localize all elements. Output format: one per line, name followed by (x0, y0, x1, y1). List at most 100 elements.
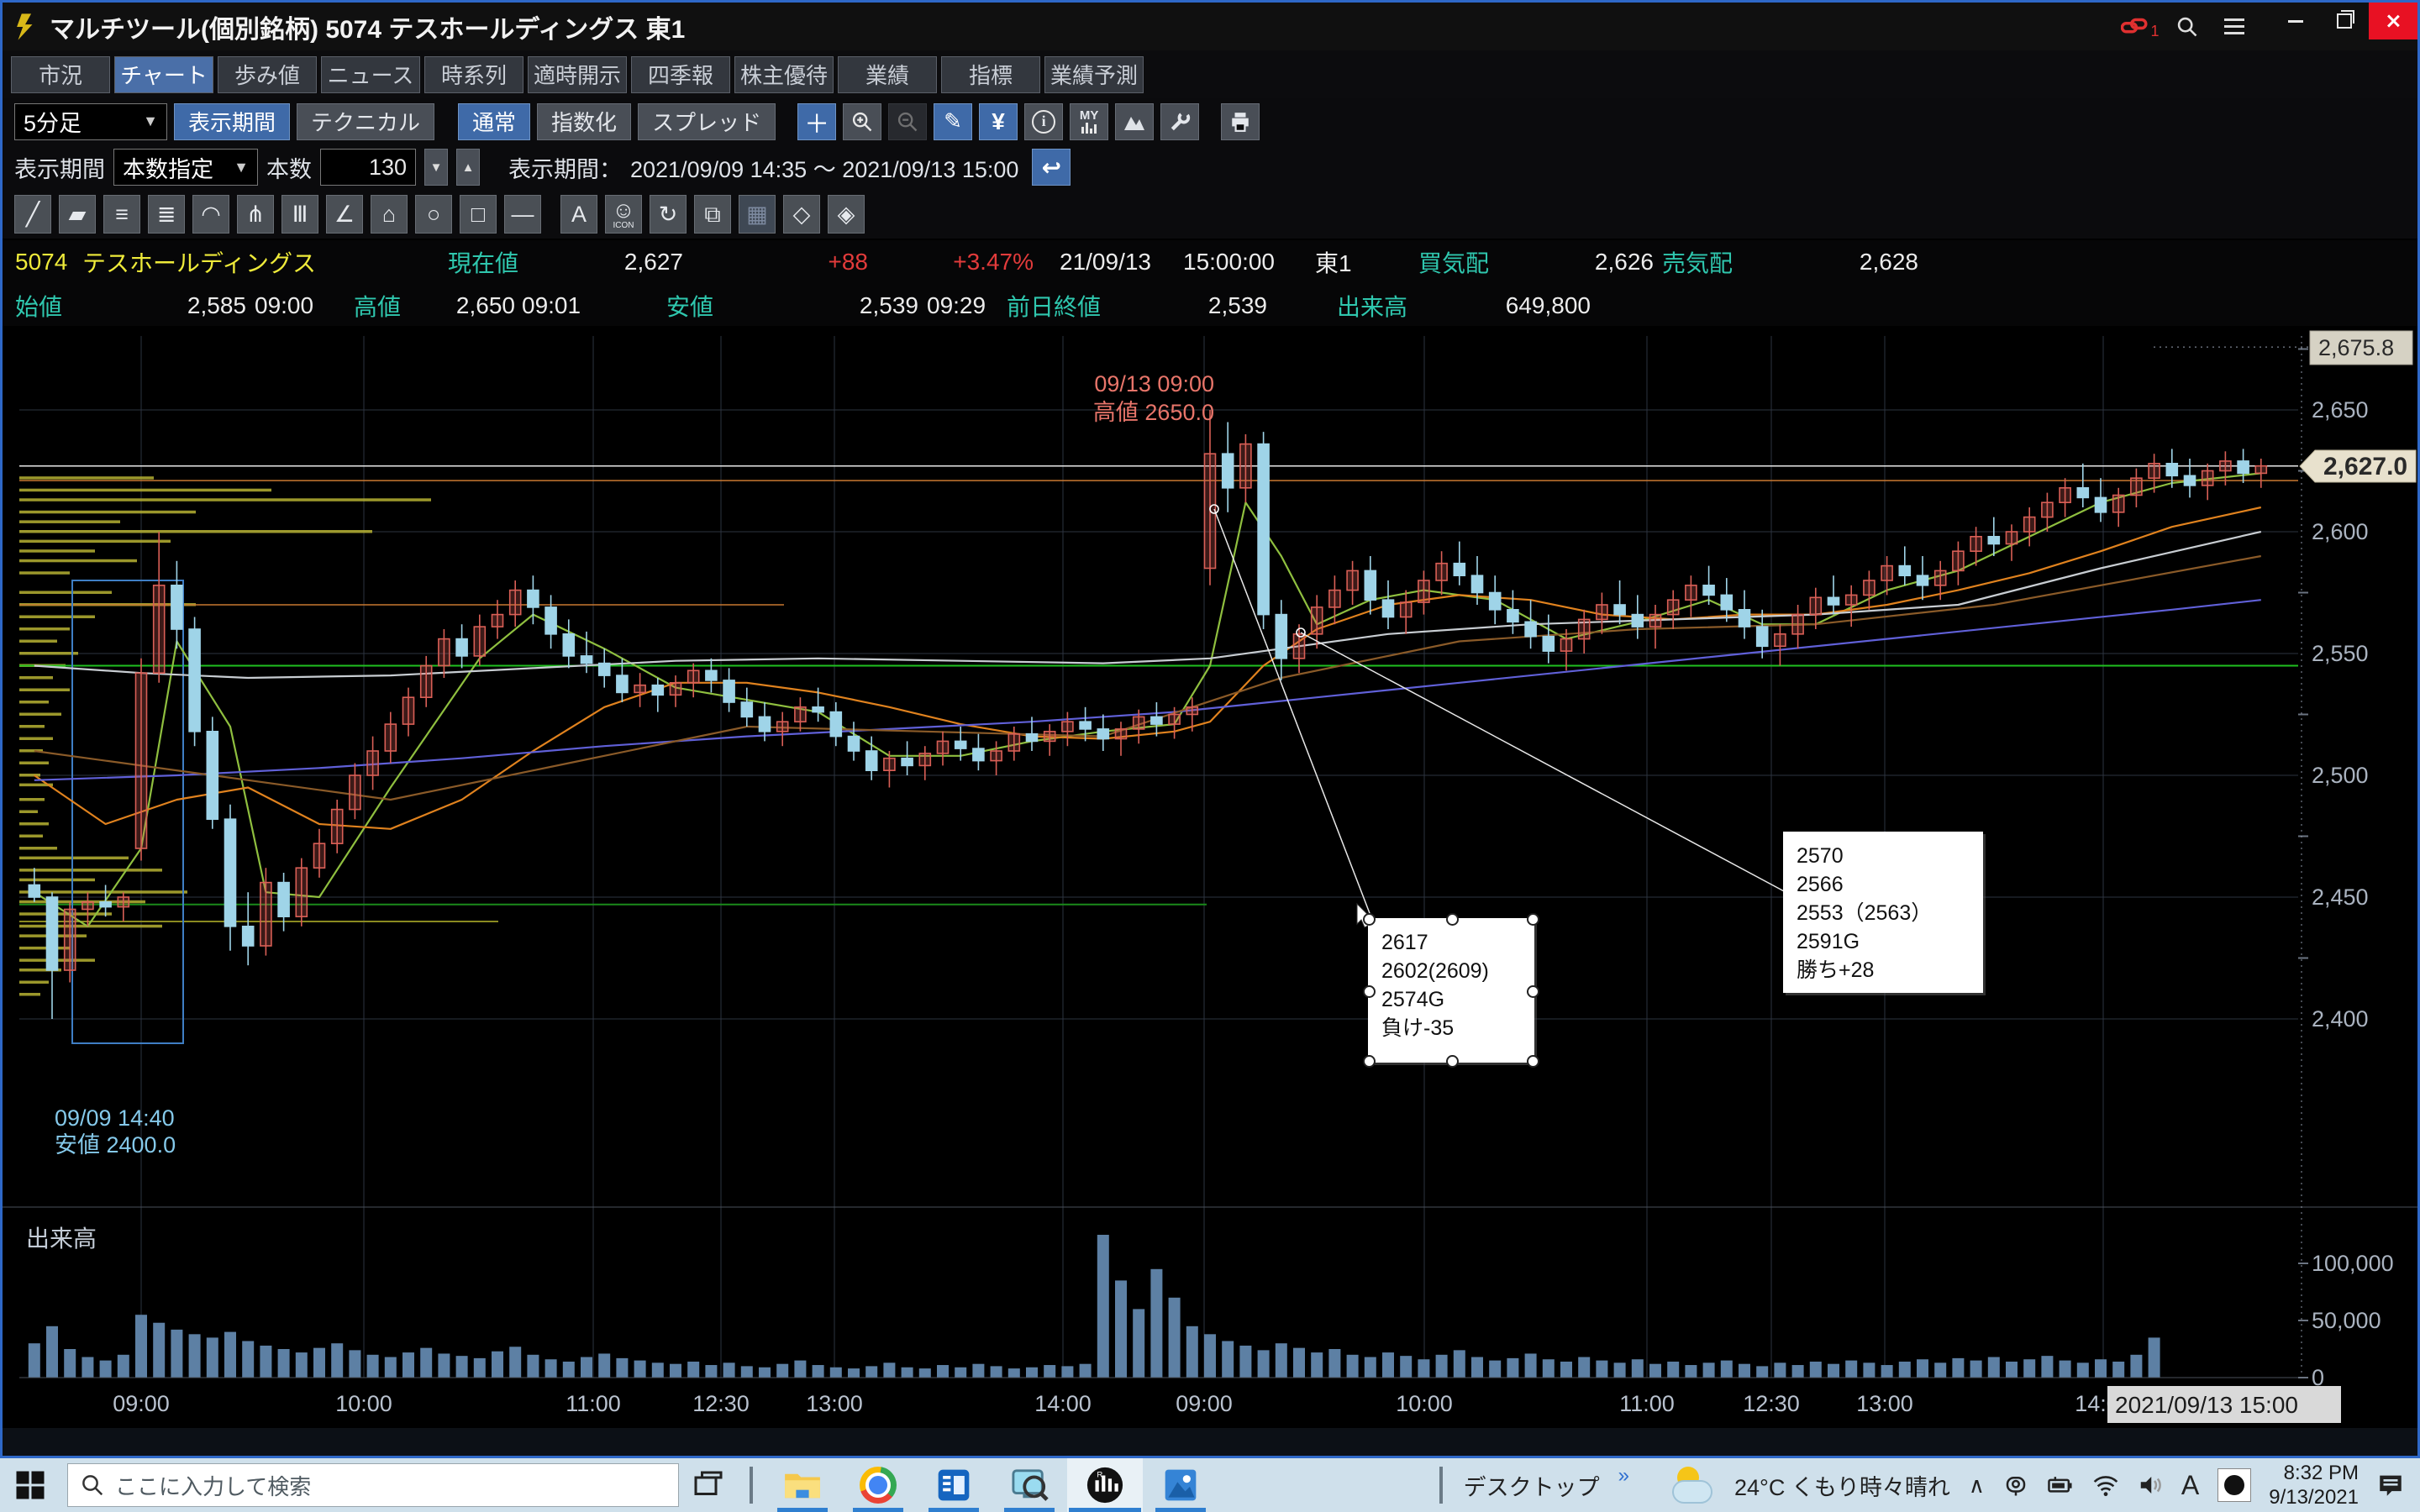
screen-magnifier-app-icon[interactable] (992, 1458, 1067, 1512)
tab-chart[interactable]: チャート (114, 56, 213, 93)
low-price: 2,539 (792, 284, 918, 328)
bar-count-input[interactable]: 130 (320, 149, 416, 186)
menu-icon[interactable] (2211, 3, 2258, 50)
chart-area[interactable]: 2,6502,6002,5502,5002,4502,400100,00050,… (3, 326, 2417, 1428)
selection-handle[interactable] (1446, 913, 1459, 926)
file-explorer-icon[interactable] (765, 1458, 840, 1512)
minimize-button[interactable] (2271, 3, 2320, 39)
crosshair-button[interactable]: ＋ (797, 103, 836, 140)
count-down-button[interactable]: ▼ (424, 149, 448, 186)
ime-mode-icon[interactable] (2217, 1468, 2251, 1502)
weather-text[interactable]: 24°C くもり時々晴れ (1734, 1469, 1950, 1502)
blue-document-app-icon[interactable] (916, 1458, 992, 1512)
pentagon-tool[interactable]: ⌂ (371, 195, 408, 234)
candle-body (634, 685, 645, 693)
selection-handle[interactable] (1527, 1055, 1539, 1068)
display-period-button[interactable]: 表示期間 (174, 103, 290, 140)
angle-tool[interactable]: ∠ (326, 195, 363, 234)
tab-indicators[interactable]: 指標 (941, 56, 1040, 93)
task-view-button[interactable] (679, 1458, 738, 1512)
zoom-in-button[interactable] (843, 103, 881, 140)
photos-app-icon[interactable] (1143, 1458, 1218, 1512)
weather-icon[interactable] (1672, 1467, 1716, 1504)
draw-pencil-button[interactable]: ✎ (934, 103, 972, 140)
trading-app-icon[interactable]: R (1067, 1458, 1143, 1512)
restore-button[interactable] (2320, 3, 2369, 39)
selection-handle[interactable] (1363, 985, 1376, 998)
tab-news[interactable]: ニュース (321, 56, 420, 93)
volume-bar (1560, 1362, 1572, 1378)
toolbar-overflow-chevron[interactable]: » (1618, 1464, 1629, 1488)
interval-select[interactable]: 5分足▼ (14, 103, 167, 140)
mountain-chart-button[interactable] (1115, 103, 1154, 140)
my-chart-button[interactable]: MY (1070, 103, 1108, 140)
tab-shikiho[interactable]: 四季報 (631, 56, 730, 93)
time-cycle-tool[interactable]: ↻ (650, 195, 687, 234)
desktop-toolbar-label[interactable]: デスクトップ (1464, 1469, 1600, 1502)
link-icon[interactable]: 1 (2117, 3, 2164, 50)
wifi-icon[interactable] (2092, 1473, 2119, 1497)
camera-tray-icon[interactable] (2003, 1473, 2028, 1498)
close-button[interactable] (2369, 3, 2417, 39)
period-mode-select[interactable]: 本数指定▼ (113, 149, 258, 186)
callout-box-trade1[interactable]: 2617 2602(2609) 2574G 負け-35 (1368, 918, 1534, 1063)
ime-language-indicator[interactable]: A (2181, 1470, 2199, 1501)
notification-center-icon[interactable] (2376, 1471, 2405, 1499)
tab-disclosure[interactable]: 適時開示 (528, 56, 627, 93)
trend-line-tool[interactable]: ╱ (14, 195, 51, 234)
multi-lines-tool[interactable]: ≣ (148, 195, 185, 234)
pan-hand-tool[interactable]: ▦ (739, 195, 776, 234)
print-button[interactable] (1221, 103, 1260, 140)
callout-box-trade2[interactable]: 2570 2566 2553（2563） 2591G 勝ち+28 (1783, 832, 1983, 993)
indexed-mode-button[interactable]: 指数化 (537, 103, 631, 140)
taskbar-search-input[interactable]: ここに入力して検索 (67, 1463, 679, 1507)
selection-handle[interactable] (1527, 985, 1539, 998)
start-button[interactable] (0, 1458, 60, 1512)
tab-timeseries[interactable]: 時系列 (424, 56, 523, 93)
text-tool[interactable]: A (560, 195, 597, 234)
volume-bar (29, 1343, 40, 1378)
zoom-out-button[interactable] (888, 103, 927, 140)
eraser-tool[interactable]: ◇ (783, 195, 820, 234)
settings-button[interactable] (1160, 103, 1199, 140)
chrome-icon[interactable] (840, 1458, 916, 1512)
parallel-lines-tool[interactable]: ≡ (103, 195, 140, 234)
technical-button[interactable]: テクニカル (297, 103, 434, 140)
channel-tool[interactable]: ▰ (59, 195, 96, 234)
info-button[interactable]: i (1024, 103, 1063, 140)
rectangle-tool[interactable]: □ (460, 195, 497, 234)
taskbar-clock[interactable]: 8:32 PM 9/13/2021 (2269, 1461, 2359, 1509)
battery-icon[interactable] (2047, 1473, 2074, 1497)
stock-code: 5074 (15, 240, 67, 284)
tab-results[interactable]: 業績 (838, 56, 937, 93)
spread-mode-button[interactable]: スプレッド (638, 103, 776, 140)
tab-forecast[interactable]: 業績予測 (1044, 56, 1144, 93)
hidden-icons-chevron[interactable]: ∧ (1969, 1473, 1985, 1499)
price-volume-chart[interactable]: 2,6502,6002,5502,5002,4502,400100,00050,… (3, 326, 2417, 1428)
fan-lines-tool[interactable]: ⋔ (237, 195, 274, 234)
volume-bar (1400, 1356, 1412, 1378)
fib-arc-tool[interactable]: ◠ (192, 195, 229, 234)
yen-scale-button[interactable]: ¥ (979, 103, 1018, 140)
period-mode-value: 本数指定 (123, 151, 213, 184)
volume-icon[interactable] (2138, 1473, 2163, 1497)
icon-stamp-tool[interactable]: ☺ICON (605, 195, 642, 234)
count-up-button[interactable]: ▲ (456, 149, 480, 186)
clear-style-tool[interactable]: ◈ (828, 195, 865, 234)
search-icon[interactable] (2164, 3, 2211, 50)
tab-market[interactable]: 市況 (11, 56, 110, 93)
selection-handle[interactable] (1527, 913, 1539, 926)
vertical-lines-tool[interactable]: Ⅲ (281, 195, 318, 234)
reload-range-button[interactable]: ↩ (1032, 149, 1071, 186)
selection-handle[interactable] (1363, 913, 1376, 926)
copy-tool[interactable]: ⧉ (694, 195, 731, 234)
selection-handle[interactable] (1363, 1055, 1376, 1068)
selection-handle[interactable] (1446, 1055, 1459, 1068)
volume-pane-label: 出来高 (26, 1226, 97, 1252)
tab-benefit[interactable]: 株主優待 (734, 56, 834, 93)
ellipse-tool[interactable]: ○ (415, 195, 452, 234)
volume-bar (794, 1361, 806, 1378)
tab-tick[interactable]: 歩み値 (218, 56, 317, 93)
normal-mode-button[interactable]: 通常 (458, 103, 530, 140)
horizontal-line-tool[interactable]: — (504, 195, 541, 234)
